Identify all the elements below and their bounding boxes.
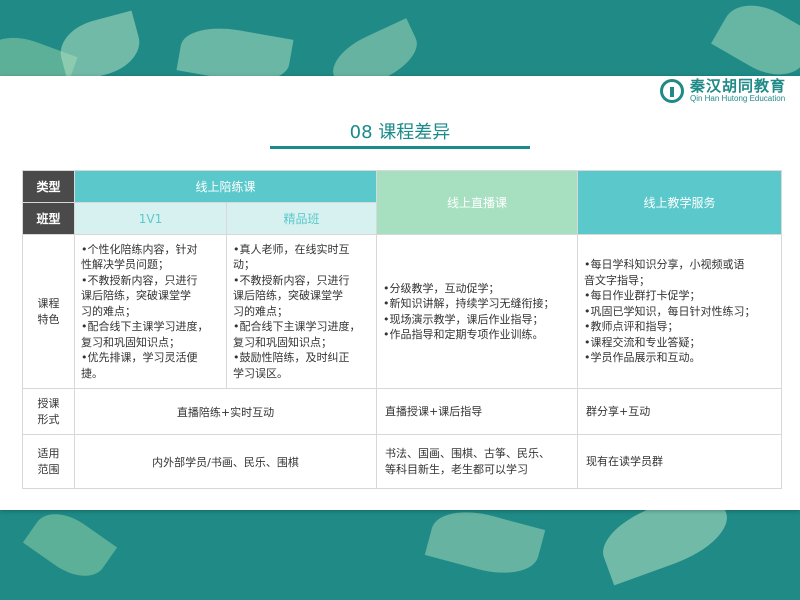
features-premium: •真人老师，在线实时互 动； •不教授新内容，只进行 课后陪练，突破课堂学 习的… xyxy=(225,234,378,389)
row-label-features: 课程 特色 xyxy=(22,234,75,389)
title-underline xyxy=(270,146,530,149)
logo-icon xyxy=(659,79,684,103)
features-1v1: •个性化陪练内容，针对 性解决学员问题； •不教授新内容，只进行 课后陪练，突破… xyxy=(74,234,227,389)
format-service: 群分享+互动 xyxy=(577,388,783,435)
header-type-label: 类型 xyxy=(22,170,75,203)
header-class-label: 班型 xyxy=(22,202,75,235)
header-online-live: 线上直播课 xyxy=(376,170,579,235)
row-label-scope: 适用 范围 xyxy=(22,434,75,489)
header-class-premium: 精品班 xyxy=(225,202,378,235)
format-accompany: 直播陪练+实时互动 xyxy=(73,388,378,435)
course-comparison-table: 类型 线上陪练课 线上直播课 线上教学服务 班型 1V1 精品班 课程 特色 •… xyxy=(22,170,783,489)
row-label-format: 授课 形式 xyxy=(22,388,75,435)
scope-accompany: 内外部学员/书画、民乐、围棋 xyxy=(73,434,378,489)
leaf-decoration xyxy=(424,501,546,584)
scope-service: 现有在读学员群 xyxy=(577,434,783,489)
leaf-decoration xyxy=(22,501,118,589)
header-online-service: 线上教学服务 xyxy=(577,170,783,235)
brand-name-cn: 秦汉胡同教育 xyxy=(689,77,786,95)
header-class-1v1: 1V1 xyxy=(74,202,227,235)
format-live: 直播授课+课后指导 xyxy=(376,388,579,435)
page-title: 08 课程差异 xyxy=(349,122,451,143)
header-online-accompany: 线上陪练课 xyxy=(73,170,378,203)
brand-name-en: Qin Han Hutong Education xyxy=(689,94,786,103)
leaf-decoration xyxy=(54,10,146,85)
features-live: •分级教学，互动促学； •新知识讲解，持续学习无缝衔接； •现场演示教学，课后作… xyxy=(376,234,579,389)
scope-live: 书法、国画、围棋、古筝、民乐、 等科目新生，老生都可以学习 xyxy=(376,434,579,489)
features-service: •每日学科知识分享，小视频或语 音文字指导； •每日作业群打卡促学； •巩固已学… xyxy=(577,234,783,389)
brand-logo: 秦汉胡同教育 Qin Han Hutong Education xyxy=(659,77,786,104)
